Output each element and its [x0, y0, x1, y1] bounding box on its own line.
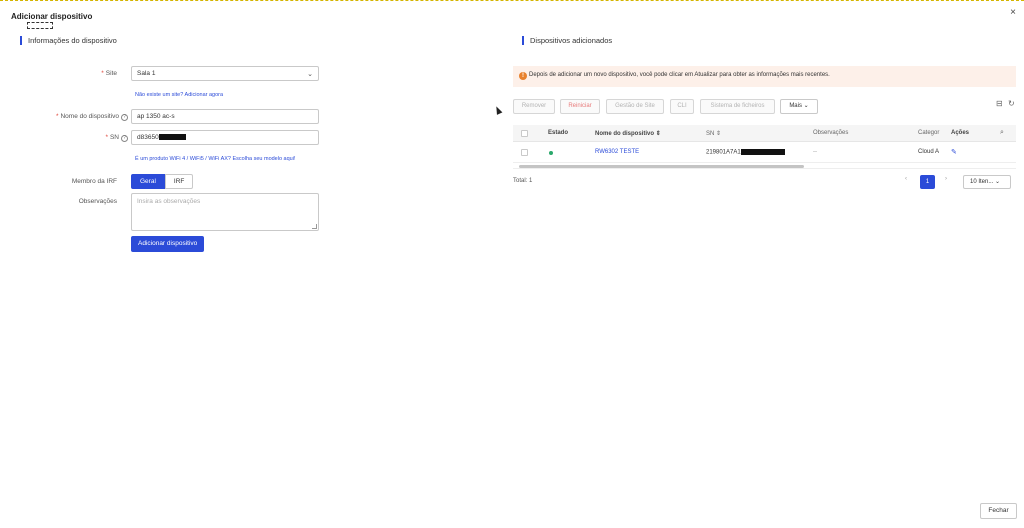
total-count: Total: 1 — [513, 178, 533, 184]
choose-model-link[interactable]: É um produto WiFi 4 / WiFi5 / WiFi AX? E… — [135, 156, 295, 162]
search-icon[interactable]: ⌕ — [1000, 129, 1004, 137]
next-page-icon[interactable]: › — [945, 176, 947, 182]
horizontal-scrollbar[interactable] — [519, 165, 804, 168]
resize-handle[interactable] — [312, 224, 317, 229]
remove-button[interactable]: Remover — [513, 99, 555, 114]
device-name-link[interactable]: RW6302 TESTE — [595, 149, 639, 155]
col-actions: Ações — [951, 130, 970, 136]
refresh-icon[interactable]: ↻ — [1008, 99, 1015, 108]
online-status-icon — [549, 151, 553, 155]
row-checkbox[interactable] — [521, 149, 528, 156]
device-sn: 219801A7A1 — [706, 149, 785, 156]
close-icon[interactable]: × — [1010, 7, 1016, 18]
warning-icon: ! — [519, 72, 527, 80]
device-category: Cloud A — [918, 149, 940, 155]
redacted-block — [158, 134, 186, 141]
col-sn[interactable]: SN ⇕ — [706, 130, 721, 137]
top-border — [0, 0, 1024, 2]
device-notes: -- — [813, 149, 817, 155]
help-icon: ? — [121, 135, 128, 142]
chevron-down-icon: ⌄ — [995, 179, 1001, 185]
dialog-title: Adicionar dispositivo — [11, 12, 93, 21]
help-icon: ? — [121, 114, 128, 121]
sort-icon: ⇕ — [655, 131, 661, 137]
device-name-input[interactable]: ap 1350 ac-s — [131, 109, 319, 124]
add-site-link[interactable]: Não existe um site? Adicionar agora — [135, 92, 223, 98]
site-management-button[interactable]: Gestão de Site — [606, 99, 664, 114]
export-icon[interactable]: ⊟ — [996, 99, 1003, 108]
notes-label: Observações — [78, 198, 117, 205]
device-name-label: * Nome do dispositivo? — [28, 113, 128, 121]
file-system-button[interactable]: Sistema de ficheiros — [700, 99, 775, 114]
sn-input[interactable]: d83650 — [131, 130, 319, 145]
redacted-block — [740, 149, 785, 155]
close-button[interactable]: Fechar — [980, 503, 1017, 519]
irf-member-label: Membro da IRF — [71, 178, 117, 185]
irf-toggle[interactable]: Geral IRF — [131, 174, 194, 189]
sort-icon: ⇕ — [716, 131, 722, 137]
page-size-select[interactable]: 10 Iten... ⌄ — [963, 175, 1011, 189]
info-alert: ! Depois de adicionar um novo dispositiv… — [513, 66, 1016, 87]
added-devices-section-title: Dispositivos adicionados — [522, 36, 612, 45]
chevron-down-icon: ⌄ — [803, 103, 809, 109]
sn-label: * SN? — [28, 134, 128, 142]
irf-option-geral[interactable]: Geral — [131, 174, 165, 189]
irf-option-irf[interactable]: IRF — [164, 174, 194, 189]
table-header: Estado Nome do dispositivo ⇕ SN ⇕ Observ… — [513, 125, 1016, 142]
focus-marker — [27, 22, 53, 29]
col-device-name[interactable]: Nome do dispositivo ⇕ — [595, 130, 661, 137]
page-1-button[interactable]: 1 — [920, 175, 935, 189]
site-label: * Site — [101, 70, 117, 77]
more-dropdown[interactable]: Mais ⌄ — [780, 99, 818, 114]
col-status[interactable]: Estado — [548, 130, 568, 136]
select-all-checkbox[interactable] — [521, 130, 528, 137]
mouse-pointer-icon — [493, 105, 503, 115]
add-device-button[interactable]: Adicionar dispositivo — [131, 236, 205, 252]
device-info-section-title: Informações do dispositivo — [20, 36, 117, 45]
site-select[interactable]: Sala 1 ⌄ — [131, 66, 319, 81]
edit-icon[interactable]: ✎ — [951, 148, 957, 156]
col-category[interactable]: Categor — [918, 130, 939, 136]
table-row[interactable]: RW6302 TESTE 219801A7A1 -- Cloud A ✎ — [513, 143, 1016, 163]
notes-textarea[interactable]: Insira as observações — [131, 193, 319, 231]
chevron-down-icon: ⌄ — [307, 71, 313, 78]
prev-page-icon[interactable]: ‹ — [905, 176, 907, 182]
restart-button[interactable]: Reiniciar — [560, 99, 600, 114]
col-notes[interactable]: Observações — [813, 130, 848, 136]
cli-button[interactable]: CLI — [670, 99, 694, 114]
